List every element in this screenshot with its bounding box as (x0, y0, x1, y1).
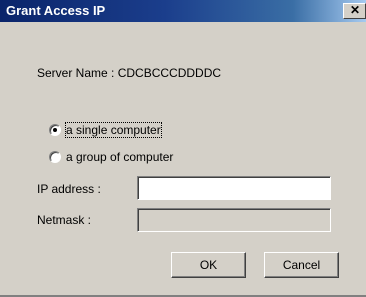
netmask-label: Netmask : (37, 213, 92, 227)
radio-group-label[interactable]: a group of computer (66, 150, 173, 164)
ip-address-label: IP address : (37, 182, 101, 196)
dialog-title: Grant Access IP (6, 3, 106, 18)
radio-single-label[interactable]: a single computer (65, 122, 162, 138)
netmask-input (137, 208, 331, 232)
radio-group-computer[interactable]: a group of computer (49, 150, 173, 164)
close-icon[interactable]: ✕ (350, 3, 360, 17)
close-button[interactable]: ✕ (343, 3, 366, 19)
ok-button[interactable]: OK (171, 252, 246, 278)
radio-single-computer[interactable]: a single computer (49, 122, 162, 138)
title-bar[interactable]: Grant Access IP ✕ (0, 0, 366, 22)
ip-address-input[interactable] (137, 176, 331, 200)
cancel-button[interactable]: Cancel (264, 252, 339, 278)
server-name-label: Server Name : CDCBCCCDDDDC (37, 66, 222, 80)
radio-group-indicator[interactable] (49, 151, 61, 163)
radio-single-indicator[interactable] (49, 124, 61, 136)
